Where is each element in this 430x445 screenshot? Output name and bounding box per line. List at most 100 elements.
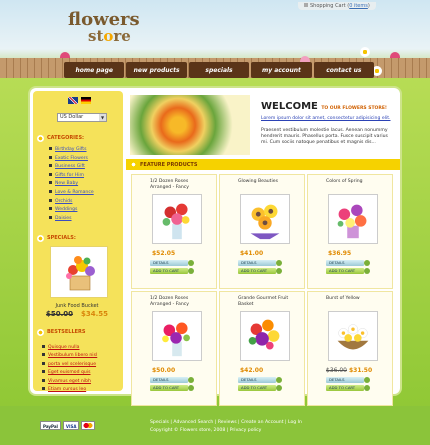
category-link[interactable]: Gifts for Him bbox=[49, 172, 94, 181]
nav-new-products[interactable]: new products bbox=[126, 62, 187, 78]
category-link[interactable]: New Baby bbox=[49, 180, 94, 189]
currency-value: US Dollar bbox=[60, 114, 84, 120]
bestsellers-title: BESTSELLERS bbox=[47, 329, 86, 335]
nav-contact-us[interactable]: contact us bbox=[313, 62, 375, 78]
special-product-image[interactable] bbox=[50, 246, 108, 298]
sunflower-bouquet-icon bbox=[250, 204, 280, 240]
cart-items-link[interactable]: 0 items bbox=[349, 3, 368, 9]
cart-close-paren: ) bbox=[367, 3, 370, 9]
details-button[interactable]: DETAILS bbox=[238, 260, 282, 266]
visa-logo: VISA bbox=[62, 421, 80, 430]
categories-title: CATEGORIES: bbox=[47, 135, 85, 141]
specials-title: SPECIALS: bbox=[47, 235, 76, 241]
bestseller-link[interactable]: Vestibulum libero nisl bbox=[42, 352, 97, 360]
category-link[interactable]: Love & Romance bbox=[49, 189, 94, 198]
sale-price: $34.55 bbox=[81, 310, 109, 318]
flag-german-icon[interactable] bbox=[81, 97, 91, 104]
bestsellers-heading: BESTSELLERS bbox=[34, 327, 122, 337]
details-button[interactable]: DETAILS bbox=[326, 260, 370, 266]
category-link[interactable]: Birthday Gifts bbox=[49, 146, 94, 155]
footer-links[interactable]: Specials | Advanced Search | Reviews | C… bbox=[150, 420, 302, 425]
bestsellers-list: Quisque nulla Vestibulum libero nisl por… bbox=[42, 344, 97, 394]
bestseller-link[interactable]: porta vel scelerisque bbox=[42, 361, 97, 369]
bestseller-link[interactable]: Quisque nulla bbox=[42, 344, 97, 352]
product-name[interactable]: Grande Gourmet Fruit Basket bbox=[238, 296, 298, 307]
details-button[interactable]: DETAILS bbox=[238, 377, 282, 383]
specials-heading: SPECIALS: bbox=[34, 233, 122, 243]
daisy-icon bbox=[130, 161, 137, 168]
welcome-subtitle: TO OUR FLOWERS STORE! bbox=[321, 106, 387, 111]
product-image[interactable] bbox=[328, 311, 378, 361]
welcome-banner-image bbox=[130, 95, 250, 155]
logo-line2: store bbox=[88, 27, 131, 45]
product-price: $36.95 bbox=[328, 250, 352, 257]
add-to-cart-button[interactable]: ADD TO CART bbox=[326, 268, 370, 274]
welcome-link[interactable]: Lorem ipsum dolor sit amet, consectetur … bbox=[261, 116, 391, 121]
product-name[interactable]: 1/2 Dozen Roses Arranged - Fancy bbox=[150, 179, 210, 190]
product-card: Burst of Yellow $36.00 $31.50 DETAILS ADD… bbox=[307, 291, 393, 406]
product-image[interactable] bbox=[152, 194, 202, 244]
bestseller-link[interactable]: Eget euismod quis bbox=[42, 369, 97, 377]
language-flags bbox=[68, 97, 91, 104]
category-link[interactable]: Weddings bbox=[49, 206, 94, 215]
product-price: $36.00 $31.50 bbox=[326, 367, 373, 374]
product-name[interactable]: Burst of Yellow bbox=[326, 296, 386, 302]
add-to-cart-button[interactable]: ADD TO CART bbox=[238, 385, 282, 391]
mushroom-decoration bbox=[390, 52, 400, 58]
daisy-icon bbox=[37, 134, 44, 142]
add-to-cart-button[interactable]: ADD TO CART bbox=[238, 268, 282, 274]
payment-badges: PayPal VISA bbox=[40, 421, 96, 430]
site-logo[interactable]: flowers store bbox=[68, 11, 140, 45]
category-link[interactable]: Orchids bbox=[49, 198, 94, 207]
details-button[interactable]: DETAILS bbox=[150, 377, 194, 383]
special-product-name[interactable]: Junk Food Bucket bbox=[34, 303, 120, 309]
spring-bouquet-icon bbox=[337, 204, 367, 239]
nav-home-page[interactable]: home page bbox=[64, 62, 125, 78]
category-list: Birthday Gifts Exotic Flowers Business G… bbox=[49, 146, 94, 223]
daisy-basket-icon bbox=[337, 324, 369, 350]
chevron-down-icon: ▼ bbox=[99, 114, 106, 121]
bestseller-link[interactable]: Vivamus eget nibh bbox=[42, 378, 97, 386]
featured-heading: FEATURE PRODUCTS bbox=[126, 159, 400, 170]
shopping-cart-tab[interactable]: Shopping Cart (0 items) bbox=[298, 2, 376, 10]
main-navigation: home page new products specials my accou… bbox=[64, 62, 375, 78]
details-button[interactable]: DETAILS bbox=[326, 377, 370, 383]
rose-bouquet-icon bbox=[162, 203, 190, 240]
cart-label: Shopping Cart ( bbox=[310, 3, 350, 9]
product-card: Grande Gourmet Fruit Basket $42.00 DETAI… bbox=[219, 291, 305, 406]
add-to-cart-button[interactable]: ADD TO CART bbox=[150, 268, 194, 274]
mushroom-decoration bbox=[60, 52, 70, 58]
category-link[interactable]: Exotic Flowers bbox=[49, 155, 94, 164]
nav-my-account[interactable]: my account bbox=[251, 62, 312, 78]
product-name[interactable]: 1/2 Dozen Roses Arranged - Fancy bbox=[150, 296, 210, 307]
flag-english-icon[interactable] bbox=[68, 97, 78, 104]
nav-specials[interactable]: specials bbox=[188, 62, 250, 78]
add-to-cart-button[interactable]: ADD TO CART bbox=[326, 385, 370, 391]
details-button[interactable]: DETAILS bbox=[150, 260, 194, 266]
daisy-icon bbox=[360, 47, 370, 57]
product-name[interactable]: Colors of Spring bbox=[326, 179, 386, 185]
add-to-cart-button[interactable]: ADD TO CART bbox=[150, 385, 194, 391]
mixed-bouquet-icon bbox=[162, 322, 190, 357]
product-image[interactable] bbox=[240, 194, 290, 244]
product-price: $52.05 bbox=[152, 250, 176, 257]
special-product-price: $50.00 $34.55 bbox=[34, 310, 120, 318]
categories-heading: CATEGORIES: bbox=[34, 133, 122, 143]
product-price: $50.00 bbox=[152, 367, 176, 374]
bestseller-link[interactable]: Etiam cursus leo bbox=[42, 386, 97, 394]
fruit-basket-icon bbox=[248, 319, 280, 350]
product-name[interactable]: Glowing Beauties bbox=[238, 179, 298, 185]
welcome-title: WELCOME bbox=[261, 101, 318, 112]
category-link[interactable]: Daisies bbox=[49, 215, 94, 224]
product-card: 1/2 Dozen Roses Arranged - Fancy $52.05 … bbox=[131, 174, 217, 289]
product-price: $42.00 bbox=[240, 367, 264, 374]
flower-bucket-icon bbox=[66, 256, 95, 291]
product-image[interactable] bbox=[240, 311, 290, 361]
product-card: Colors of Spring $36.95 DETAILS ADD TO C… bbox=[307, 174, 393, 289]
welcome-text: Praesent vestibulum molestie lacus. Aene… bbox=[261, 128, 388, 145]
product-image[interactable] bbox=[328, 194, 378, 244]
product-image[interactable] bbox=[152, 311, 202, 361]
currency-select[interactable]: US Dollar ▼ bbox=[57, 113, 107, 122]
cart-icon bbox=[304, 3, 308, 7]
category-link[interactable]: Business Gift bbox=[49, 163, 94, 172]
